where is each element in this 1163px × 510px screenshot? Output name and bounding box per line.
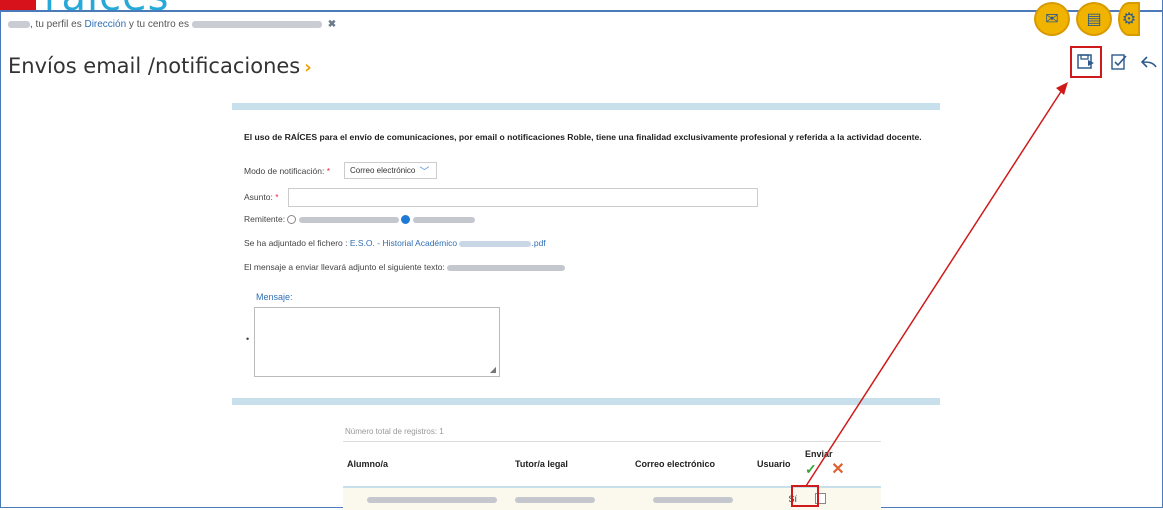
annotation-arrow-line — [805, 89, 1063, 487]
annotation-arrow — [805, 82, 1068, 487]
annotation-arrow-head — [1056, 82, 1068, 95]
